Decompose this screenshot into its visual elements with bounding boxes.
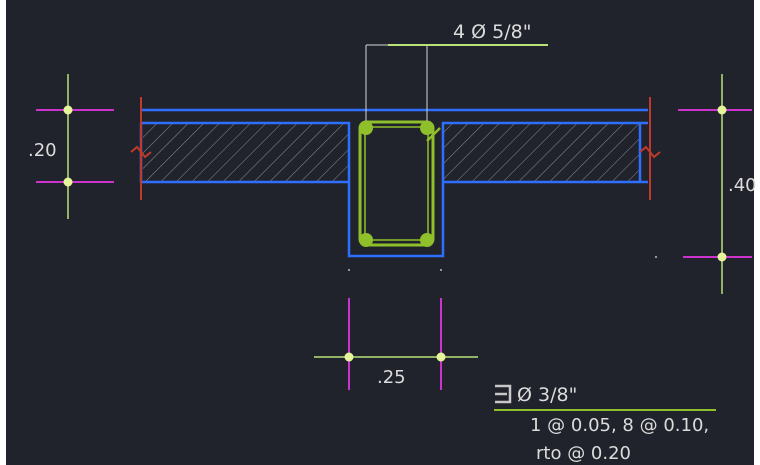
drawing-canvas <box>6 0 760 465</box>
cad-viewport: 4 Ø 5/8" .20 .40 .25 Ø 3/8" 1 @ 0.05, 8 … <box>0 0 760 465</box>
slab-hatch-left <box>143 123 349 182</box>
slab-hatch-right <box>443 123 640 182</box>
stirrup-spacing-line1: 1 @ 0.05, 8 @ 0.10, <box>530 415 709 436</box>
right-border <box>754 0 760 465</box>
left-border <box>0 0 6 465</box>
stirrup-diameter-label: Ø 3/8" <box>517 384 577 406</box>
web-width-label: .25 <box>377 367 406 388</box>
stirrup-spacing-line2: rto @ 0.20 <box>536 443 631 464</box>
slab-thickness-label: .20 <box>28 140 57 161</box>
total-height-label: .40 <box>728 175 757 196</box>
top-bar-label: 4 Ø 5/8" <box>453 21 531 43</box>
